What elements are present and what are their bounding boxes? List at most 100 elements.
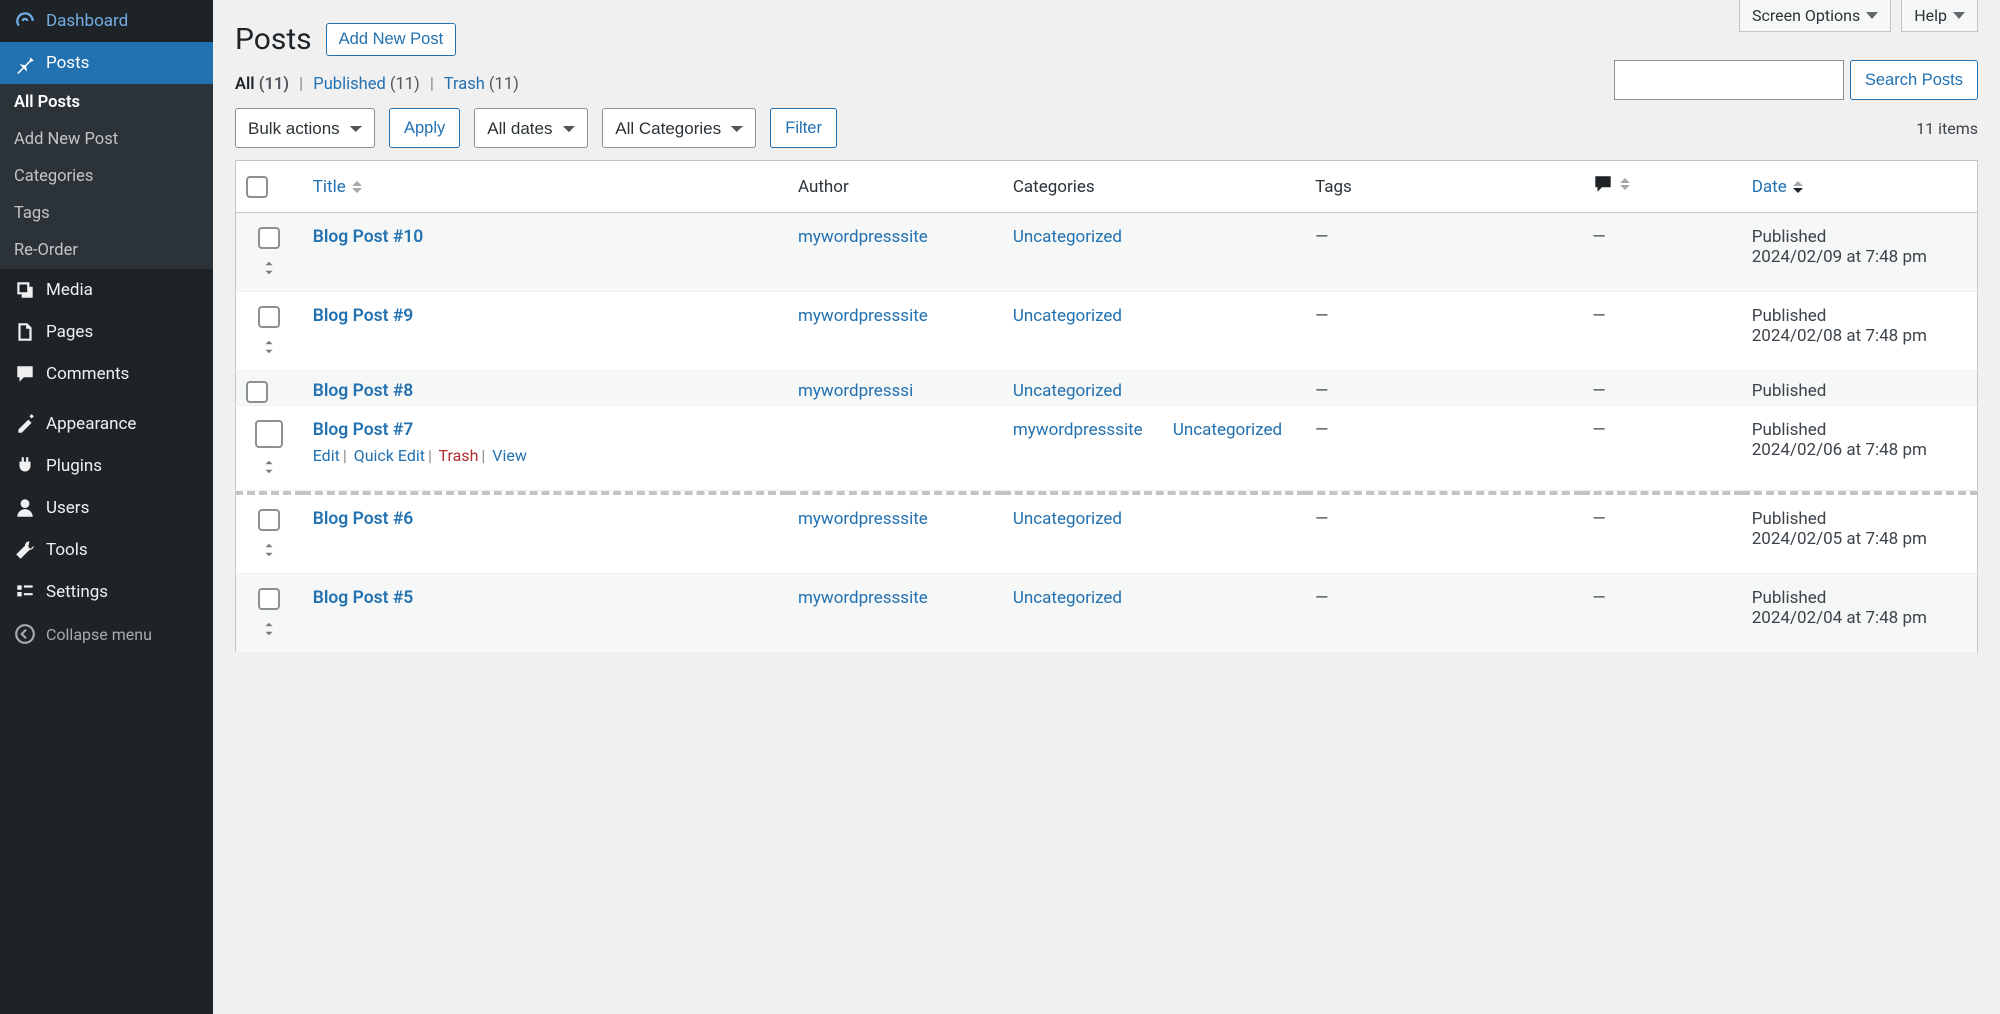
author-link[interactable]: mywordpresssite xyxy=(798,509,928,529)
search-input[interactable] xyxy=(1614,60,1844,100)
comments-icon xyxy=(14,363,36,385)
help-tab[interactable]: Help xyxy=(1901,0,1978,32)
post-title-link[interactable]: Blog Post #7 xyxy=(313,420,414,440)
category-link[interactable]: Uncategorized xyxy=(1013,509,1122,529)
filter-all[interactable]: All (11) xyxy=(235,75,289,94)
category-link[interactable]: Uncategorized xyxy=(1013,588,1122,608)
author-link[interactable]: mywordpresssite xyxy=(798,588,928,608)
tags-empty: — xyxy=(1315,306,1328,326)
table-row: Blog Post #6 mywordpresssite Uncategoriz… xyxy=(236,493,1978,574)
row-action-view[interactable]: View xyxy=(492,446,527,465)
column-categories: Categories xyxy=(1003,161,1305,213)
collapse-menu[interactable]: Collapse menu xyxy=(0,613,213,655)
post-title-link[interactable]: Blog Post #6 xyxy=(313,509,414,529)
category-filter-select[interactable]: All Categories xyxy=(602,108,756,148)
row-action-quick-edit[interactable]: Quick Edit xyxy=(354,446,425,465)
category-link[interactable]: Uncategorized xyxy=(1013,381,1122,401)
author-link[interactable]: mywordpresssite xyxy=(1013,420,1143,440)
menu-plugins[interactable]: Plugins xyxy=(0,445,213,487)
table-row: Blog Post #10 mywordpresssite Uncategori… xyxy=(236,213,1978,292)
date-cell: Published xyxy=(1742,371,1978,406)
post-title-link[interactable]: Blog Post #9 xyxy=(313,306,414,326)
row-checkbox[interactable] xyxy=(258,227,280,249)
search-posts-button[interactable]: Search Posts xyxy=(1850,60,1978,100)
submenu-add-new[interactable]: Add New Post xyxy=(0,121,213,158)
row-checkbox[interactable] xyxy=(258,306,280,328)
row-checkbox[interactable] xyxy=(258,509,280,531)
bulk-actions-select[interactable]: Bulk actions xyxy=(235,108,375,148)
reorder-handle-icon[interactable] xyxy=(260,541,278,559)
menu-tools[interactable]: Tools xyxy=(0,529,213,571)
menu-pages[interactable]: Pages xyxy=(0,311,213,353)
apply-button[interactable]: Apply xyxy=(389,108,460,148)
menu-media[interactable]: Media xyxy=(0,269,213,311)
date-cell: Published2024/02/05 at 7:48 pm xyxy=(1742,493,1978,574)
reorder-handle-icon[interactable] xyxy=(260,338,278,356)
comments-empty: — xyxy=(1592,227,1605,247)
menu-appearance[interactable]: Appearance xyxy=(0,403,213,445)
menu-posts[interactable]: Posts xyxy=(0,42,213,84)
select-all-checkbox[interactable] xyxy=(246,176,268,198)
category-link[interactable]: Uncategorized xyxy=(1173,420,1282,440)
submenu-categories[interactable]: Categories xyxy=(0,158,213,195)
row-action-edit[interactable]: Edit xyxy=(313,446,340,465)
column-comments[interactable] xyxy=(1582,161,1741,213)
users-icon xyxy=(14,497,36,519)
menu-users[interactable]: Users xyxy=(0,487,213,529)
post-title-link[interactable]: Blog Post #8 xyxy=(313,381,414,401)
caret-down-icon xyxy=(1953,12,1965,19)
item-count: 11 items xyxy=(1916,119,1978,138)
row-checkbox[interactable] xyxy=(255,420,283,448)
column-tags: Tags xyxy=(1305,161,1582,213)
date-filter-select[interactable]: All dates xyxy=(474,108,588,148)
menu-label: Users xyxy=(46,498,89,518)
date-cell: Published2024/02/04 at 7:48 pm xyxy=(1742,574,1978,653)
author-link[interactable]: mywordpresssite xyxy=(798,227,928,247)
filter-trash[interactable]: Trash xyxy=(444,75,485,94)
row-action-trash[interactable]: Trash xyxy=(439,446,479,465)
page-header: Posts Add New Post xyxy=(235,0,1978,57)
submenu-tags[interactable]: Tags xyxy=(0,195,213,232)
media-icon xyxy=(14,279,36,301)
tags-empty: — xyxy=(1315,509,1328,529)
table-row: Blog Post #5 mywordpresssite Uncategoriz… xyxy=(236,574,1978,653)
menu-dashboard[interactable]: Dashboard xyxy=(0,0,213,42)
submenu-reorder[interactable]: Re-Order xyxy=(0,232,213,269)
row-checkbox[interactable] xyxy=(258,588,280,610)
column-checkbox xyxy=(236,161,303,213)
column-date[interactable]: Date xyxy=(1742,161,1978,213)
screen-options-tab[interactable]: Screen Options xyxy=(1739,0,1891,32)
posts-submenu: All Posts Add New Post Categories Tags R… xyxy=(0,84,213,269)
author-link[interactable]: mywordpresssite xyxy=(798,306,928,326)
screen-options-label: Screen Options xyxy=(1752,6,1860,25)
reorder-handle-icon[interactable] xyxy=(260,458,278,476)
comments-empty: — xyxy=(1592,381,1605,401)
column-title[interactable]: Title xyxy=(303,161,788,213)
filter-button[interactable]: Filter xyxy=(770,108,837,148)
filter-published[interactable]: Published xyxy=(313,75,385,94)
submenu-all-posts[interactable]: All Posts xyxy=(0,84,213,121)
comment-bubble-icon xyxy=(1592,173,1614,195)
add-new-post-button[interactable]: Add New Post xyxy=(326,23,457,56)
date-cell: Published2024/02/08 at 7:48 pm xyxy=(1742,292,1978,371)
table-row: Blog Post #7 Edit| Quick Edit| Trash| Vi… xyxy=(236,406,1978,491)
collapse-label: Collapse menu xyxy=(46,625,152,644)
row-checkbox[interactable] xyxy=(246,381,268,403)
reorder-handle-icon[interactable] xyxy=(260,620,278,638)
menu-comments[interactable]: Comments xyxy=(0,353,213,395)
collapse-icon xyxy=(14,623,36,645)
post-title-link[interactable]: Blog Post #10 xyxy=(313,227,424,247)
table-row: Blog Post #9 mywordpresssite Uncategoriz… xyxy=(236,292,1978,371)
pin-icon xyxy=(14,52,36,74)
menu-settings[interactable]: Settings xyxy=(0,571,213,613)
post-title-link[interactable]: Blog Post #5 xyxy=(313,588,414,608)
comments-empty: — xyxy=(1592,509,1605,529)
author-link[interactable]: mywordpresssi xyxy=(798,381,913,401)
search-box: Search Posts xyxy=(1614,60,1978,100)
menu-label: Appearance xyxy=(46,414,136,434)
reorder-handle-icon[interactable] xyxy=(260,259,278,277)
category-link[interactable]: Uncategorized xyxy=(1013,227,1122,247)
comments-empty: — xyxy=(1592,306,1605,326)
category-link[interactable]: Uncategorized xyxy=(1013,306,1122,326)
row-actions: Edit| Quick Edit| Trash| View xyxy=(313,446,993,465)
